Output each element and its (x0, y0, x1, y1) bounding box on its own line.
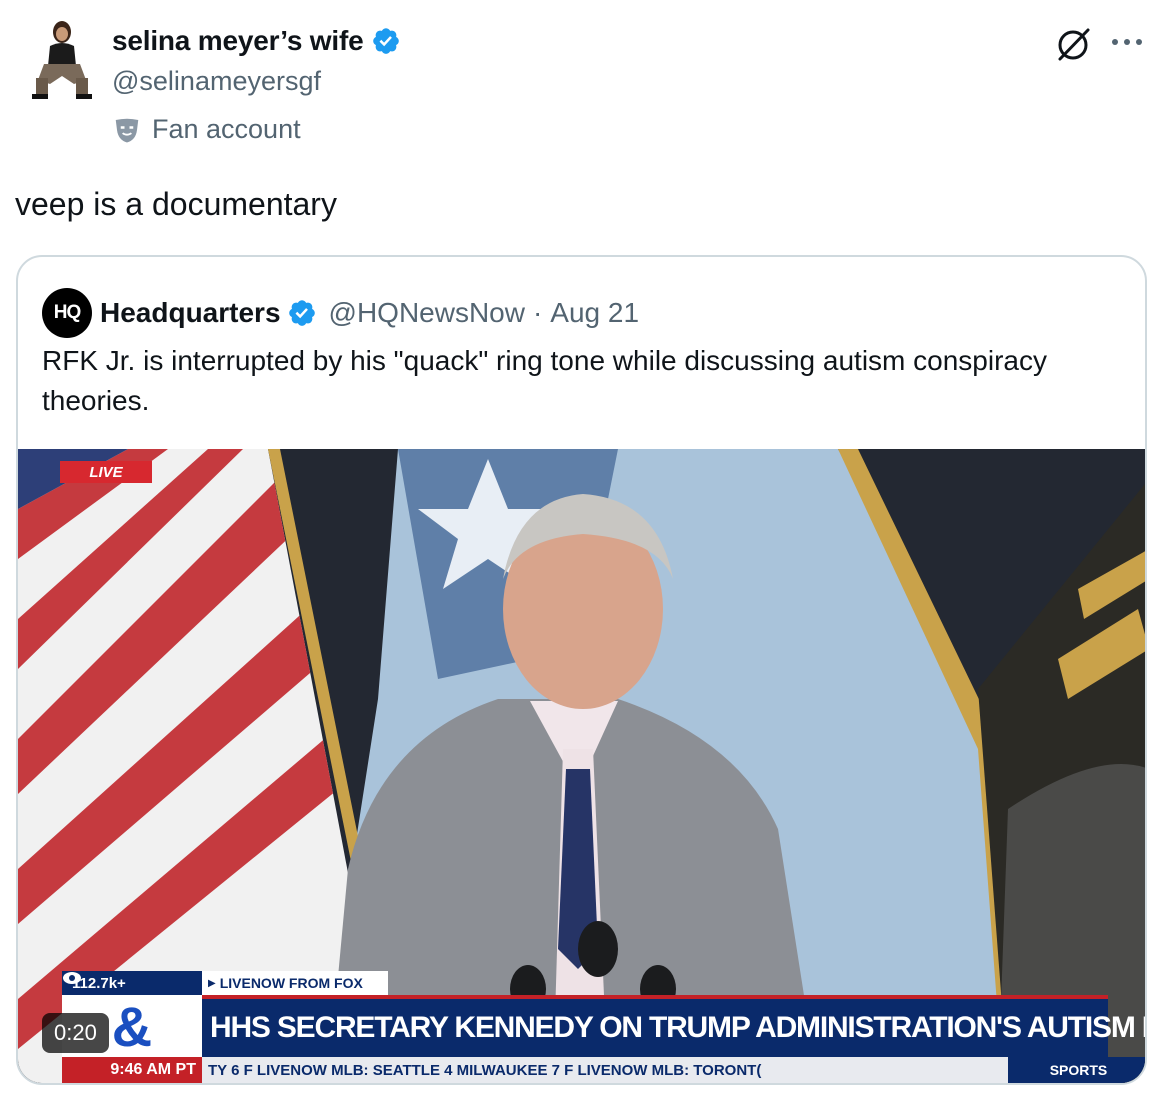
quoted-author-handle[interactable]: @HQNewsNow (329, 297, 525, 329)
author-name-row[interactable]: selina meyer’s wife (112, 25, 401, 57)
news-headline: HHS SECRETARY KENNEDY ON TRUMP ADMINISTR… (202, 995, 1145, 1057)
grok-icon[interactable] (1054, 26, 1092, 64)
fan-mask-icon (115, 118, 139, 142)
live-tag: LIVE (60, 461, 152, 483)
score-ticker: TY 6 F LIVENOW MLB: SEATTLE 4 MILWAUKEE … (202, 1057, 1008, 1083)
eye-icon (63, 972, 81, 984)
quoted-tweet-card[interactable]: HQ Headquarters @HQNewsNow · Aug 21 RFK … (16, 255, 1147, 1085)
news-lower-third: 112.7k+ ▶ LIVENOW FROM FOX & HHS SECRETA… (18, 967, 1145, 1083)
source-label: ▶ LIVENOW FROM FOX (202, 971, 388, 995)
author-handle[interactable]: @selinameyersgf (112, 66, 321, 97)
fan-account-text: Fan account (152, 114, 301, 144)
more-icon[interactable] (1110, 32, 1144, 52)
quoted-tweet-text: RFK Jr. is interrupted by his "quack" ri… (42, 345, 1047, 416)
quoted-author-avatar[interactable]: HQ (42, 288, 92, 338)
quoted-tweet-date[interactable]: Aug 21 (550, 297, 639, 329)
sports-tag: SPORTS (1008, 1057, 1145, 1083)
author-display-name[interactable]: selina meyer’s wife (112, 25, 364, 57)
verified-badge-icon (373, 28, 400, 54)
author-avatar[interactable] (22, 18, 100, 100)
quoted-tweet-header: HQ Headquarters @HQNewsNow · Aug 21 (42, 288, 639, 338)
video-duration: 0:20 (42, 1013, 109, 1053)
quoted-author-name[interactable]: Headquarters (100, 297, 281, 329)
broadcast-time: 9:46 AM PT (62, 1057, 202, 1083)
views-counter: 112.7k+ (62, 971, 202, 995)
tweet-text: veep is a documentary (15, 186, 337, 222)
separator-dot: · (532, 297, 543, 328)
verified-badge-icon (288, 300, 315, 326)
play-arrow-icon: ▶ (208, 977, 216, 989)
video-player[interactable]: LIVE 112.7k+ ▶ LIVENOW FROM FOX & HHS SE… (18, 449, 1145, 1083)
fan-account-label: Fan account (112, 114, 301, 145)
source-text: LIVENOW FROM FOX (219, 975, 363, 991)
